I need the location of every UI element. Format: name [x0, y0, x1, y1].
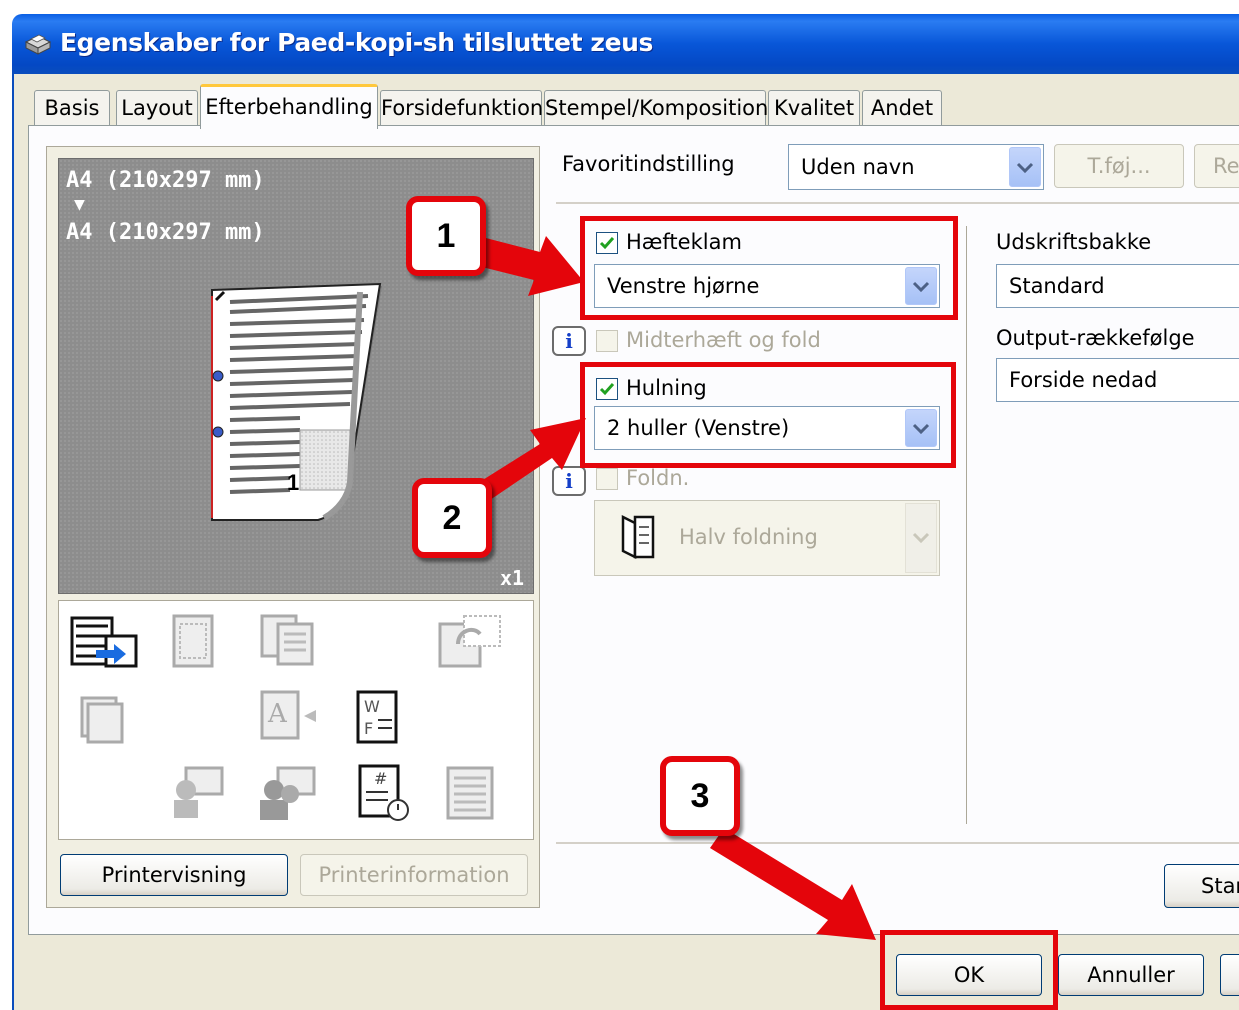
callout-1: 1 — [406, 196, 486, 276]
callout-3: 3 — [660, 756, 740, 836]
annotation-arrows — [470, 236, 876, 940]
callout-2: 2 — [412, 478, 492, 558]
tab-efterbehandling[interactable]: Efterbehandling — [200, 84, 378, 129]
